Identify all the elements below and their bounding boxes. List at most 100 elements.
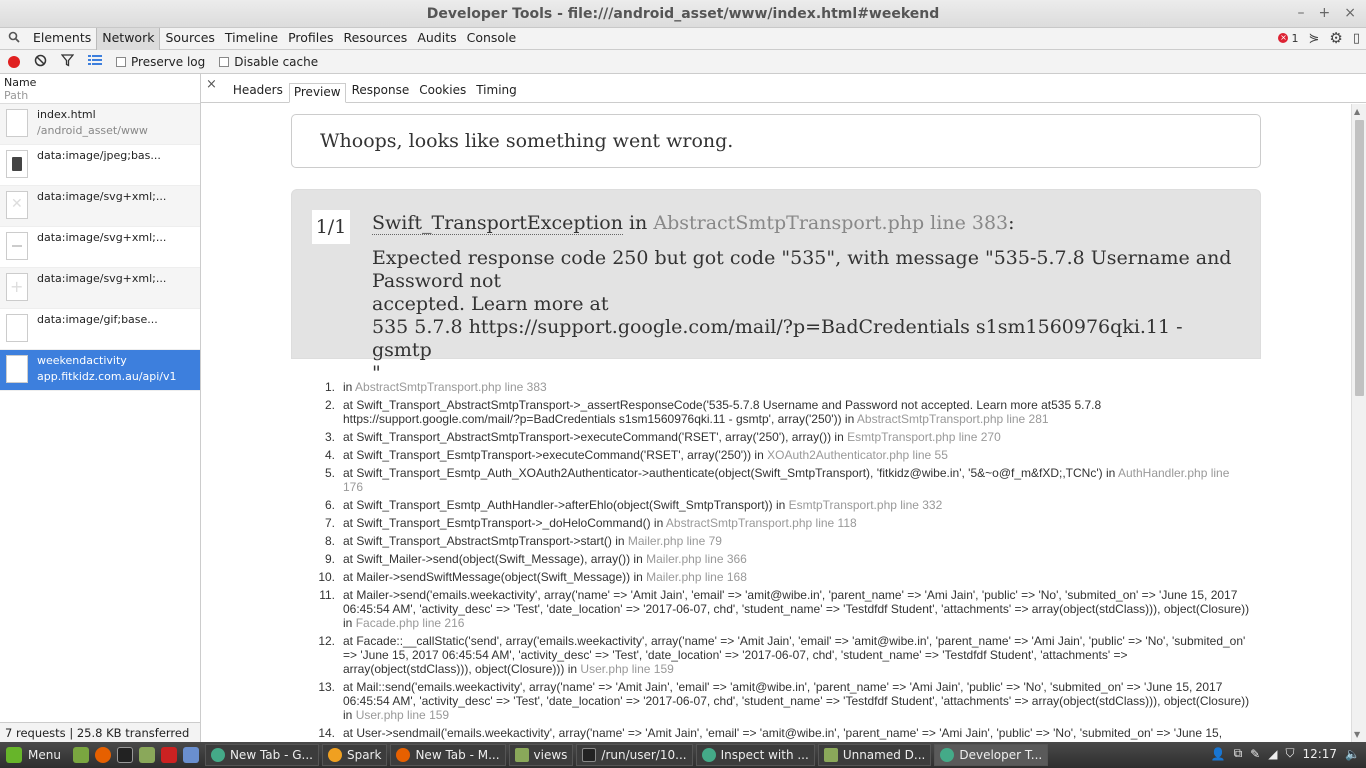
tab-preview[interactable]: Preview <box>288 83 346 103</box>
exception-header: Swift_TransportException in AbstractSmtp… <box>372 212 1015 235</box>
tab-cookies[interactable]: Cookies <box>415 82 470 102</box>
trace-item: 3. at Swift_Transport_AbstractSmtpTranspo… <box>324 430 1001 444</box>
trace-item: 13. at Mail::send('emails.weekactivity', … <box>318 680 1250 722</box>
request-row-selected[interactable]: weekendactivity app.fitkidz.com.au/api/v1 <box>0 350 200 391</box>
drawer-toggle-icon[interactable]: ⋟ <box>1308 31 1319 46</box>
volume-icon[interactable]: 🔈 <box>1345 747 1360 761</box>
trace-item: 9. at Swift_Mailer->send(object(Swift_Mes… <box>324 552 747 566</box>
folder-icon <box>823 748 838 762</box>
document-icon <box>6 314 28 342</box>
minimize-icon[interactable]: – <box>1298 5 1305 21</box>
maximize-icon[interactable]: + <box>1319 5 1331 21</box>
trace-item: 12. at Facade::__callStatic('send', array… <box>318 634 1246 676</box>
message-line: 535 5.7.8 https://support.google.com/mai… <box>372 316 1183 361</box>
app-icon[interactable] <box>182 747 199 763</box>
trace-item: 6. at Swift_Transport_Esmtp_AuthHandler->… <box>324 498 943 512</box>
minus-thumbnail-icon <box>6 232 28 260</box>
wifi-icon[interactable]: ◢ <box>1268 747 1277 761</box>
chrome-icon <box>210 748 225 762</box>
request-summary: 7 requests | 25.8 KB transferred <box>0 722 200 742</box>
checkbox-box[interactable] <box>219 56 230 67</box>
start-menu-button[interactable]: Menu <box>0 742 67 768</box>
disable-cache-label: Disable cache <box>234 54 319 69</box>
tab-timeline[interactable]: Timeline <box>220 28 283 50</box>
scroll-up-icon[interactable]: ▲ <box>1354 107 1360 116</box>
exception-message: Expected response code 250 but got code … <box>372 247 1242 385</box>
search-icon[interactable] <box>0 31 28 46</box>
tab-response[interactable]: Response <box>348 82 414 102</box>
record-icon[interactable] <box>8 55 20 68</box>
error-icon: × <box>1278 33 1289 43</box>
request-row[interactable]: data:image/jpeg;bas... <box>0 145 200 186</box>
filter-icon[interactable] <box>60 53 75 70</box>
tab-console[interactable]: Console <box>462 28 522 50</box>
taskbar-item[interactable]: Inspect with ... <box>695 744 815 766</box>
system-tray: 👤 ⧉ ✎ ◢ ⛉ 12:17 🔈 <box>1211 746 1360 761</box>
shield-icon[interactable]: ⛉ <box>1285 746 1294 761</box>
scroll-down-icon[interactable]: ▼ <box>1354 730 1360 739</box>
request-list-header[interactable]: Name Path <box>0 74 200 104</box>
trace-item: 5. at Swift_Transport_Esmtp_Auth_XOAuth2A… <box>324 466 1230 494</box>
document-icon <box>6 109 28 137</box>
request-row[interactable]: data:image/svg+xml;... <box>0 227 200 268</box>
dock-icon[interactable]: ▯ <box>1353 31 1360 46</box>
tab-profiles[interactable]: Profiles <box>283 28 338 50</box>
preserve-log-checkbox[interactable]: Preserve log <box>116 55 205 69</box>
gear-icon[interactable]: ⚙ <box>1329 29 1342 47</box>
chrome-icon <box>940 748 955 762</box>
taskbar-item[interactable]: /run/user/10... <box>576 744 693 766</box>
filezilla-icon[interactable] <box>160 747 177 763</box>
terminal-icon[interactable] <box>116 747 133 763</box>
exception-class: Swift_TransportException <box>372 212 623 235</box>
request-row[interactable]: ✕ data:image/svg+xml;... <box>0 186 200 227</box>
request-name: data:image/svg+xml;... <box>37 272 167 285</box>
list-view-icon[interactable] <box>88 54 102 69</box>
request-row[interactable]: + data:image/svg+xml;... <box>0 268 200 309</box>
tab-sources[interactable]: Sources <box>160 28 219 50</box>
request-path: /android_asset/www <box>37 124 148 137</box>
request-name: data:image/jpeg;bas... <box>37 149 161 162</box>
user-icon[interactable]: 👤 <box>1211 747 1226 761</box>
taskbar-item-active[interactable]: Developer T... <box>934 744 1049 766</box>
error-count-badge[interactable]: × 1 <box>1278 32 1298 45</box>
taskbar-item[interactable]: New Tab - G... <box>204 744 319 766</box>
taskbar-item[interactable]: Unnamed D... <box>817 744 932 766</box>
tab-network[interactable]: Network <box>96 27 161 50</box>
taskbar-item[interactable]: Spark <box>321 744 388 766</box>
detail-tabbar: × Headers Preview Response Cookies Timin… <box>201 74 1366 103</box>
request-name: data:image/gif;base... <box>37 313 158 326</box>
taskbar-item[interactable]: New Tab - M... <box>390 744 506 766</box>
tab-headers[interactable]: Headers <box>229 82 287 102</box>
edit-icon[interactable]: ✎ <box>1250 747 1260 761</box>
close-icon[interactable]: × <box>1344 5 1356 21</box>
spark-icon <box>327 748 342 762</box>
firefox-icon[interactable] <box>94 747 111 763</box>
close-detail-icon[interactable]: × <box>206 77 217 102</box>
show-desktop-icon[interactable] <box>72 747 89 763</box>
request-list: Name Path index.html/android_asset/www d… <box>0 74 201 742</box>
trace-item: 4. at Swift_Transport_EsmtpTransport->exe… <box>324 448 948 462</box>
network-icon[interactable]: ⧉ <box>1234 746 1243 761</box>
tab-resources[interactable]: Resources <box>338 28 412 50</box>
disable-cache-checkbox[interactable]: Disable cache <box>219 55 318 69</box>
exception-file: AbstractSmtpTransport.php line 383 <box>653 212 1009 234</box>
tab-elements[interactable]: Elements <box>28 28 96 50</box>
checkbox-box[interactable] <box>116 56 126 67</box>
tab-timing[interactable]: Timing <box>472 82 521 102</box>
request-row[interactable]: index.html/android_asset/www <box>0 104 200 145</box>
scrollbar-thumb[interactable] <box>1355 120 1364 396</box>
error-count: 1 <box>1291 31 1299 45</box>
taskbar-item[interactable]: views <box>508 744 574 766</box>
tab-audits[interactable]: Audits <box>412 28 461 50</box>
request-row[interactable]: data:image/gif;base... <box>0 309 200 350</box>
exception-counter: 1/1 <box>312 210 350 244</box>
files-icon[interactable] <box>138 747 155 763</box>
clear-icon[interactable] <box>34 54 47 70</box>
request-name: data:image/svg+xml;... <box>37 190 167 203</box>
image-thumbnail-icon <box>6 150 28 178</box>
clock[interactable]: 12:17 <box>1302 747 1337 761</box>
vertical-scrollbar[interactable]: ▲ ▼ <box>1351 104 1366 742</box>
menu-label: Menu <box>28 748 61 762</box>
close-thumbnail-icon: ✕ <box>6 191 28 219</box>
path-column-header: Path <box>4 89 29 102</box>
